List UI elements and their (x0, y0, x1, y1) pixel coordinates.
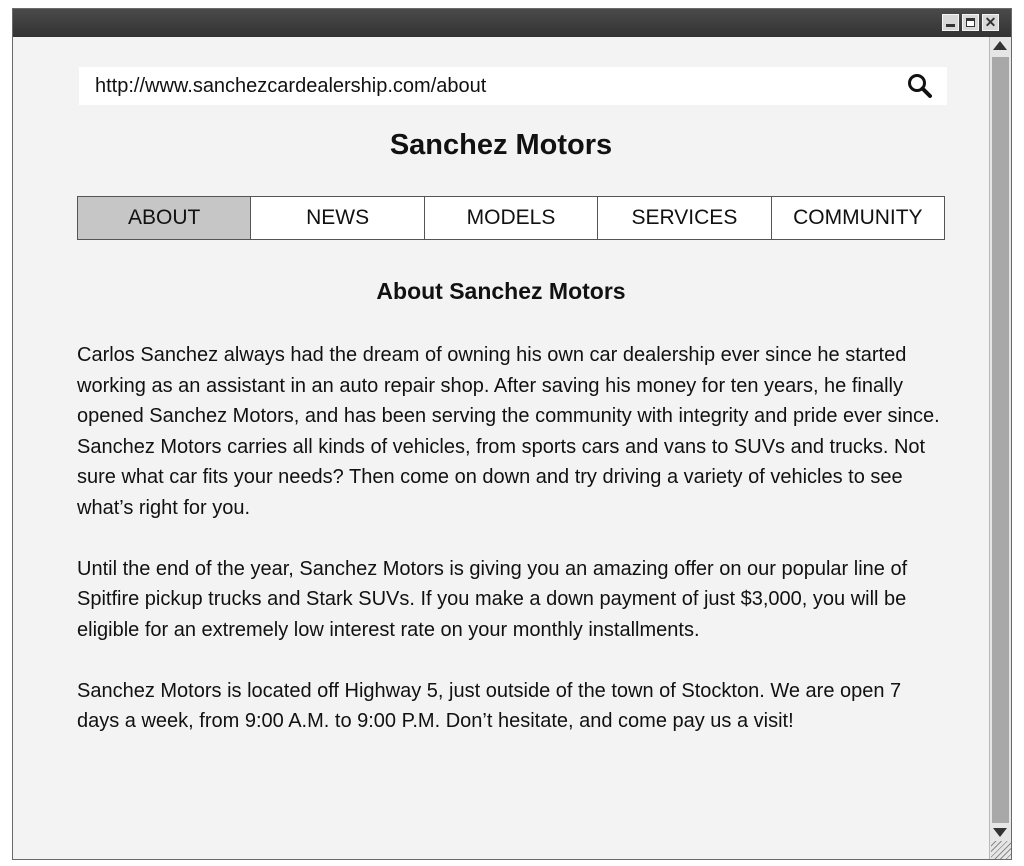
scroll-up-icon[interactable] (993, 41, 1007, 50)
article-body: Carlos Sanchez always had the dream of o… (77, 340, 947, 767)
url-text[interactable]: http://www.sanchezcardealership.com/abou… (95, 75, 486, 98)
search-icon[interactable] (907, 73, 933, 99)
close-icon[interactable]: ✕ (982, 14, 999, 31)
minimize-icon[interactable] (942, 14, 959, 31)
scroll-down-icon[interactable] (993, 828, 1007, 837)
page-content: http://www.sanchezcardealership.com/abou… (13, 37, 989, 859)
nav-item-community[interactable]: COMMUNITY (772, 197, 944, 239)
nav-item-services[interactable]: SERVICES (598, 197, 772, 239)
section-heading: About Sanchez Motors (376, 278, 626, 304)
paragraph: Sanchez Motors is located off Highway 5,… (77, 679, 902, 733)
paragraph: Carlos Sanchez always had the dream of o… (77, 344, 940, 519)
nav-item-about[interactable]: ABOUT (78, 197, 252, 239)
nav-item-news[interactable]: NEWS (251, 197, 425, 239)
main-nav: ABOUT NEWS MODELS SERVICES COMMUNITY (77, 196, 945, 240)
maximize-icon[interactable] (962, 14, 979, 31)
title-bar[interactable]: ✕ (13, 9, 1011, 37)
paragraph: Until the end of the year, Sanchez Motor… (77, 557, 908, 641)
scroll-thumb[interactable] (992, 57, 1009, 823)
vertical-scrollbar[interactable] (989, 37, 1011, 859)
nav-item-models[interactable]: MODELS (425, 197, 599, 239)
resize-grip-icon[interactable] (991, 841, 1011, 859)
window-controls: ✕ (942, 14, 999, 31)
browser-window: ✕ http://www.sanchezcardealership.com/ab… (12, 8, 1012, 860)
site-title: Sanchez Motors (389, 129, 613, 161)
address-bar[interactable]: http://www.sanchezcardealership.com/abou… (79, 67, 947, 105)
